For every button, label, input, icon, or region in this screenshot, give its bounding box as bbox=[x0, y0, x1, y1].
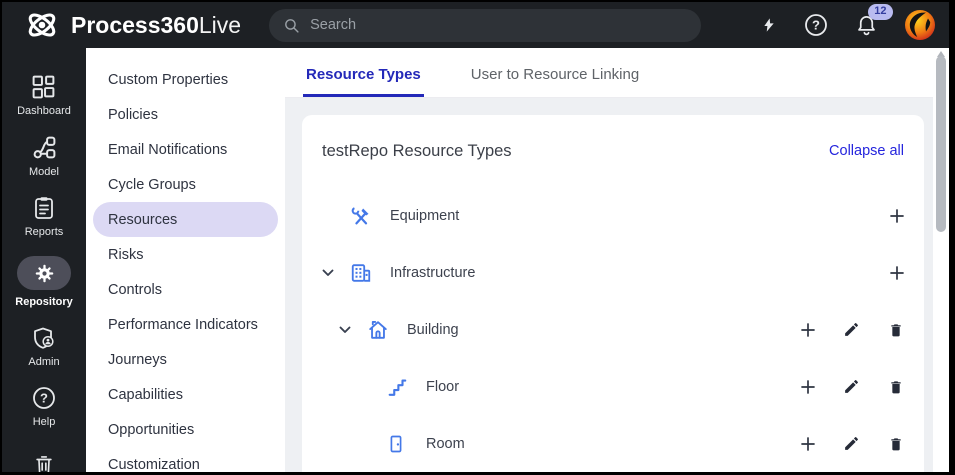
tab-bar: Resource Types User to Resource Linking bbox=[285, 48, 949, 98]
delete-button[interactable] bbox=[888, 379, 904, 395]
svg-text:?: ? bbox=[40, 391, 48, 406]
tree-row-room: Room bbox=[322, 415, 904, 472]
left-nav-rail: Dashboard Model Reports Repository Admin… bbox=[2, 48, 86, 472]
edit-button[interactable] bbox=[843, 435, 860, 452]
help-circle-icon: ? bbox=[32, 386, 56, 410]
delete-button[interactable] bbox=[888, 436, 904, 452]
submenu-item-email-notifications[interactable]: Email Notifications bbox=[93, 132, 278, 167]
global-search[interactable] bbox=[269, 8, 702, 42]
sidebar-item-label: Reports bbox=[24, 226, 64, 238]
add-child-button[interactable] bbox=[801, 379, 815, 394]
submenu-item-policies[interactable]: Policies bbox=[93, 97, 278, 132]
add-child-button[interactable] bbox=[801, 322, 815, 337]
sidebar-item-reports[interactable]: Reports bbox=[24, 196, 64, 238]
sidebar-item-label: Model bbox=[29, 166, 59, 178]
sidebar-trash-button[interactable] bbox=[33, 454, 55, 472]
resource-type-label: Room bbox=[426, 435, 465, 452]
sidebar-item-label: Dashboard bbox=[17, 105, 71, 117]
sidebar-item-admin[interactable]: Admin bbox=[28, 326, 60, 368]
app-window: Process360Live ? 12 bbox=[0, 0, 955, 475]
sidebar-item-repository[interactable]: Repository bbox=[15, 256, 73, 308]
tree-row-equipment: Equipment bbox=[322, 187, 904, 244]
submenu-item-controls[interactable]: Controls bbox=[93, 272, 278, 307]
help-button[interactable]: ? bbox=[804, 13, 828, 37]
submenu-item-resources[interactable]: Resources bbox=[93, 202, 278, 237]
row-actions bbox=[801, 321, 904, 338]
sidebar-item-label: Admin bbox=[28, 356, 60, 368]
scrollbar-thumb[interactable] bbox=[936, 56, 946, 232]
delete-button[interactable] bbox=[888, 322, 904, 338]
add-child-button[interactable] bbox=[801, 436, 815, 451]
sidebar-item-model[interactable]: Model bbox=[29, 135, 59, 178]
resource-type-label: Floor bbox=[426, 378, 460, 395]
edit-button[interactable] bbox=[843, 321, 860, 338]
sidebar-item-dashboard[interactable]: Dashboard bbox=[17, 74, 71, 117]
main-area: Resource Types User to Resource Linking … bbox=[285, 48, 949, 472]
user-avatar[interactable] bbox=[905, 10, 935, 40]
submenu-item-opportunities[interactable]: Opportunities bbox=[93, 412, 278, 447]
help-icon: ? bbox=[804, 13, 828, 37]
add-child-button[interactable] bbox=[890, 208, 904, 223]
brand: Process360Live bbox=[2, 8, 241, 42]
tree-row-floor: Floor bbox=[322, 358, 904, 415]
add-child-button[interactable] bbox=[890, 265, 904, 280]
repository-submenu: Custom Properties Policies Email Notific… bbox=[86, 48, 285, 472]
model-nodes-icon bbox=[32, 135, 57, 160]
submenu-item-capabilities[interactable]: Capabilities bbox=[93, 377, 278, 412]
sidebar-item-label: Repository bbox=[15, 296, 73, 308]
collapse-all-link[interactable]: Collapse all bbox=[829, 143, 904, 159]
tree-row-building: Building bbox=[322, 301, 904, 358]
submenu-item-cycle-groups[interactable]: Cycle Groups bbox=[93, 167, 278, 202]
search-icon bbox=[283, 17, 300, 34]
page-title: testRepo Resource Types bbox=[322, 141, 512, 160]
app-title: Process360Live bbox=[71, 11, 242, 38]
lightning-icon bbox=[761, 14, 777, 36]
admin-shield-icon bbox=[32, 326, 56, 350]
stairs-icon bbox=[386, 376, 410, 398]
repository-gear-icon bbox=[34, 263, 55, 284]
sidebar-item-label: Help bbox=[32, 416, 56, 428]
office-building-icon bbox=[350, 262, 374, 284]
submenu-item-journeys[interactable]: Journeys bbox=[93, 342, 278, 377]
row-actions bbox=[890, 265, 904, 280]
collapse-chevron-button[interactable] bbox=[322, 269, 334, 277]
tree-row-infrastructure: Infrastructure bbox=[322, 244, 904, 301]
active-nav-pill bbox=[17, 256, 71, 290]
tab-resource-types[interactable]: Resource Types bbox=[303, 66, 424, 97]
topbar-actions: ? 12 bbox=[761, 3, 949, 40]
tab-user-to-resource-linking[interactable]: User to Resource Linking bbox=[468, 66, 642, 97]
notifications-button[interactable]: 12 bbox=[855, 3, 893, 37]
row-actions bbox=[801, 378, 904, 395]
notification-count-badge: 12 bbox=[867, 3, 893, 20]
door-icon bbox=[386, 434, 410, 454]
reports-clipboard-icon bbox=[32, 196, 56, 220]
dashboard-grid-icon bbox=[31, 74, 56, 99]
quick-actions-button[interactable] bbox=[761, 14, 777, 36]
resource-type-label: Building bbox=[407, 321, 459, 338]
resource-types-card: testRepo Resource Types Collapse all Equ… bbox=[302, 115, 924, 472]
crossed-tools-icon bbox=[350, 205, 374, 227]
chevron-slot bbox=[322, 269, 350, 277]
trash-icon bbox=[33, 454, 55, 472]
submenu-item-custom-properties[interactable]: Custom Properties bbox=[93, 62, 278, 97]
vertical-scrollbar[interactable] bbox=[933, 48, 949, 472]
edit-button[interactable] bbox=[843, 378, 860, 395]
svg-text:?: ? bbox=[812, 18, 820, 33]
sidebar-item-help[interactable]: ? Help bbox=[32, 386, 56, 428]
row-actions bbox=[890, 208, 904, 223]
collapse-chevron-button[interactable] bbox=[339, 326, 351, 334]
content-area: testRepo Resource Types Collapse all Equ… bbox=[285, 98, 949, 472]
app-logo-icon bbox=[24, 8, 60, 42]
home-icon bbox=[367, 319, 391, 341]
row-actions bbox=[801, 435, 904, 452]
topbar: Process360Live ? 12 bbox=[2, 2, 949, 48]
submenu-item-customization[interactable]: Customization bbox=[93, 447, 278, 473]
resource-type-label: Equipment bbox=[390, 207, 460, 224]
submenu-item-performance-indicators[interactable]: Performance Indicators bbox=[93, 307, 278, 342]
search-input[interactable] bbox=[310, 17, 688, 33]
resource-type-label: Infrastructure bbox=[390, 264, 476, 281]
chevron-slot bbox=[339, 326, 367, 334]
submenu-item-risks[interactable]: Risks bbox=[93, 237, 278, 272]
card-header: testRepo Resource Types Collapse all bbox=[322, 115, 904, 187]
